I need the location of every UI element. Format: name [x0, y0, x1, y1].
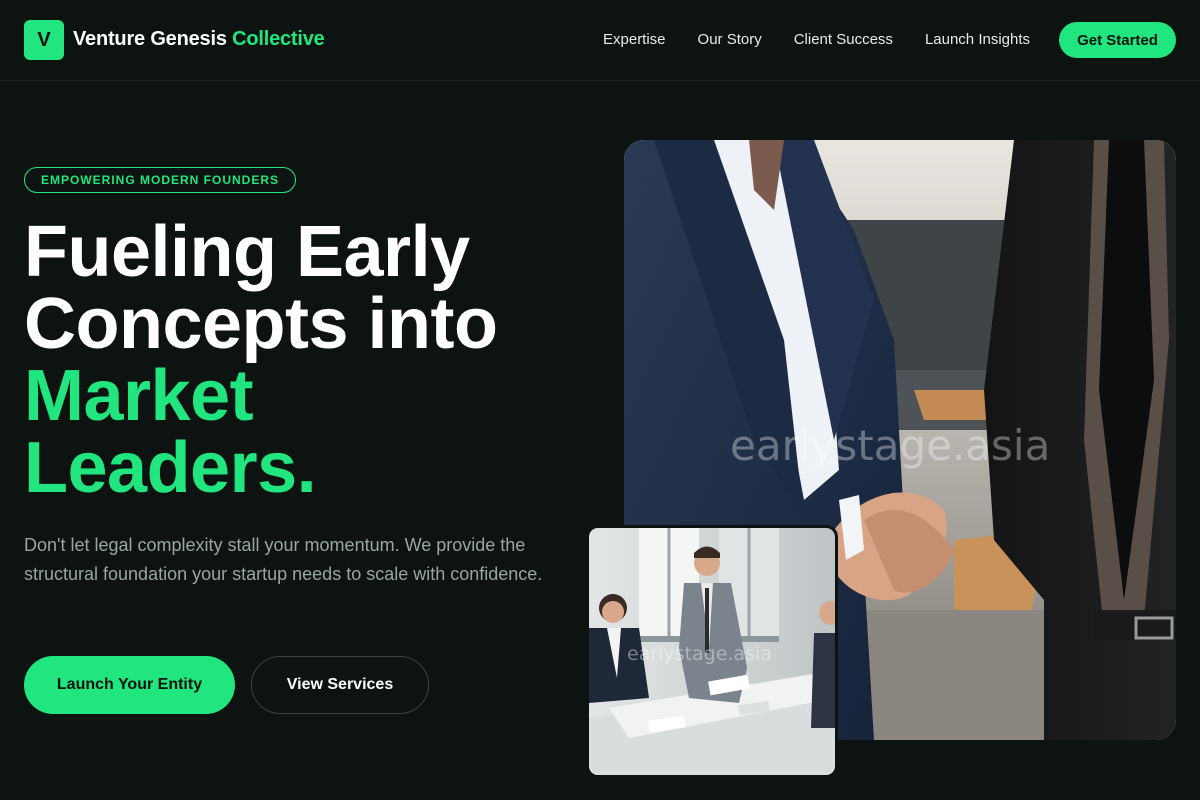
headline-line-2: Concepts into — [24, 284, 498, 364]
nav-link-client-success[interactable]: Client Success — [794, 31, 893, 48]
launch-entity-button[interactable]: Launch Your Entity — [24, 656, 235, 714]
get-started-button[interactable]: Get Started — [1059, 22, 1176, 58]
hero-subtext: Don't let legal complexity stall your mo… — [24, 535, 543, 584]
logo-mark[interactable]: V — [24, 20, 64, 60]
top-navigation: V Venture Genesis Collective Expertise O… — [0, 0, 1200, 81]
headline-line-1: Fueling Early — [24, 212, 470, 292]
brand-name[interactable]: Venture Genesis Collective — [73, 28, 325, 51]
nav-links: Expertise Our Story Client Success Launc… — [603, 31, 1030, 48]
nav-link-expertise[interactable]: Expertise — [603, 31, 666, 48]
view-services-button[interactable]: View Services — [251, 656, 429, 714]
headline-line-4: Leaders. — [24, 428, 317, 508]
brand-name-main: Venture Genesis — [73, 28, 233, 50]
small-photo-watermark: earlystage.asia — [627, 643, 772, 665]
headline-line-3: Market — [24, 356, 254, 436]
hero-badge: EMPOWERING MODERN FOUNDERS — [24, 167, 297, 193]
nav-link-launch-insights[interactable]: Launch Insights — [925, 31, 1030, 48]
nav-link-our-story[interactable]: Our Story — [698, 31, 762, 48]
hero-headline: Fueling Early Concepts into Market Leade… — [24, 216, 584, 504]
main-photo-watermark: earlystage.asia — [730, 421, 1050, 470]
meeting-photo: earlystage.asia — [586, 525, 838, 778]
brand-name-accent: Collective — [232, 28, 325, 50]
